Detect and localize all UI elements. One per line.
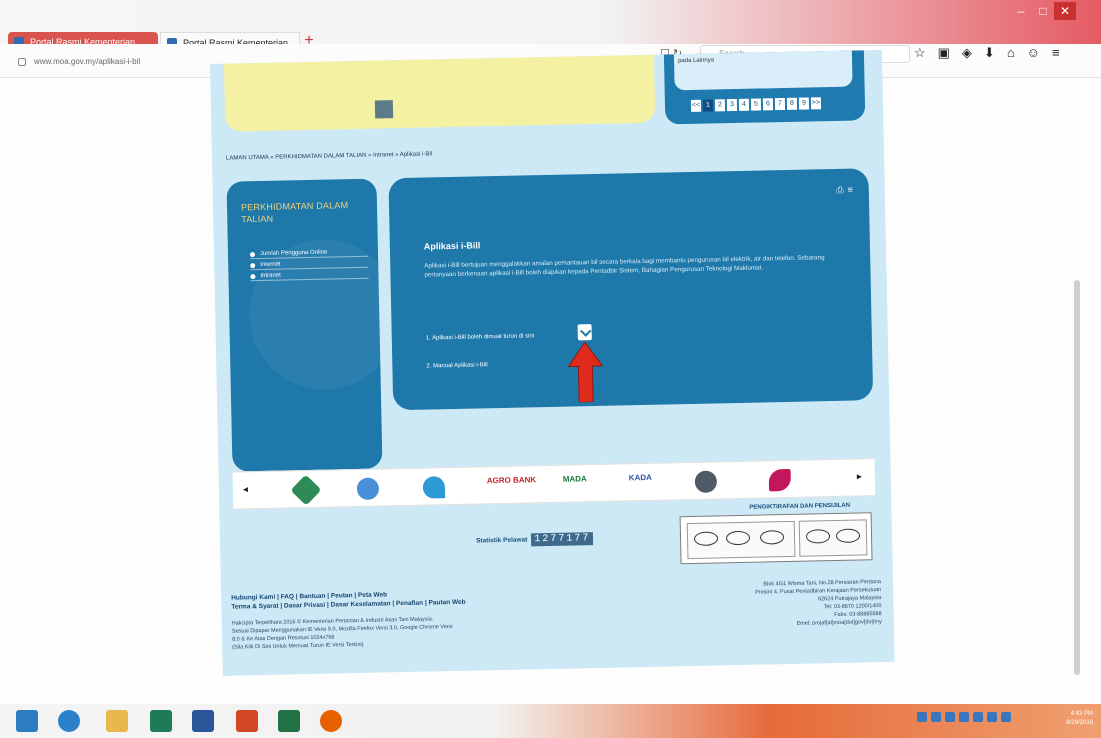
tray-icon[interactable] [973, 712, 983, 722]
manual-link[interactable]: 2. Manual Aplikasi i-Bill [426, 362, 487, 369]
breadcrumb[interactable]: LAMAN UTAMA » PERKHIDMATAN DALAM TALIAN … [226, 151, 432, 161]
page-button[interactable]: 8 [786, 97, 798, 110]
tray-icon[interactable] [931, 712, 941, 722]
partner-logo-icon[interactable] [290, 474, 322, 506]
partner-logo-icon[interactable] [422, 476, 446, 499]
banner-block [250, 78, 401, 82]
cert-seal-icon [759, 530, 785, 545]
word-icon[interactable] [192, 710, 214, 732]
page-button[interactable]: 4 [738, 98, 750, 111]
scroll-right-icon[interactable]: ▸ [857, 471, 862, 482]
page-button[interactable]: 6 [762, 98, 774, 111]
cert-seal-icon [805, 529, 831, 544]
top-banner [223, 54, 656, 132]
minimize-icon[interactable]: – [1010, 2, 1032, 20]
announcement-panel: pada Lainnya << 1 2 3 4 5 6 7 8 9 >> [663, 50, 866, 125]
banner-block [264, 93, 335, 95]
page-first-button[interactable]: << [690, 99, 702, 112]
download-step[interactable]: 1. Aplikasi i-Bill boleh dimuat turun di… [426, 333, 534, 341]
iso-cert-badge [686, 520, 796, 560]
certifications-label: PENGIKTIRAFAN DAN PENSIJILAN [749, 502, 851, 511]
taskbar-clock[interactable]: 4:43 PM 8/29/2016 [1066, 710, 1093, 728]
partner-mada[interactable]: MADA [563, 474, 587, 484]
powerpoint-icon[interactable] [236, 710, 258, 732]
footer-links[interactable]: Hubungi Kami | FAQ | Bantuan | Peutan | … [231, 589, 466, 612]
page-button[interactable]: 9 [798, 97, 810, 110]
visitor-count: 1277177 [531, 532, 594, 547]
network-icon[interactable] [1001, 712, 1011, 722]
certifications-box [679, 512, 873, 565]
content-body: Aplikasi i-Bill bertujuan menggalakkan a… [424, 254, 825, 279]
visitor-stats: Statistik Pelawat 1277177 [476, 532, 594, 547]
visitor-label: Statistik Pelawat [475, 536, 528, 545]
tray-icon[interactable] [959, 712, 969, 722]
internet-explorer-icon[interactable] [58, 710, 80, 732]
iqnet-cert-badge [798, 519, 868, 557]
partner-agrobank[interactable]: AGRO BANK [487, 475, 537, 485]
clock-date: 8/29/2016 [1066, 720, 1093, 726]
banner-block [450, 80, 641, 85]
site-info-icon[interactable] [18, 58, 26, 66]
partner-logo-icon[interactable] [694, 470, 718, 493]
close-icon[interactable]: ✕ [1054, 2, 1076, 20]
page-button[interactable]: 7 [774, 97, 786, 111]
print-icon[interactable]: ⎙≡ [836, 184, 857, 195]
toolbar-icons[interactable]: ☆▣◈⬇⌂☺≡ [914, 45, 1072, 61]
cert-seal-icon [835, 528, 861, 543]
tray-icon[interactable] [917, 712, 927, 722]
sidebar: PERKHIDMATAN DALAM TALIAN Jumlah Penggun… [226, 178, 383, 472]
start-button-icon[interactable] [16, 710, 38, 732]
page-last-button[interactable]: >> [810, 97, 822, 110]
footer-copyright: Hakcipta Terpelihara 2016 © Kementerian … [232, 613, 533, 651]
url-text: www.moa.gov.my/aplikasi-i-bil [34, 57, 141, 66]
page-button[interactable]: 5 [750, 98, 762, 111]
announcement-box: pada Lainnya [673, 50, 853, 91]
partner-logo-icon[interactable] [356, 477, 380, 501]
footer-address: Blok 4G1 Wisma Tani, No.28 Persiaran Per… [681, 578, 882, 630]
page-button[interactable]: 2 [714, 99, 726, 112]
cert-seal-icon [725, 530, 751, 546]
web-page: pada Lainnya << 1 2 3 4 5 6 7 8 9 >> LAM… [210, 49, 895, 676]
clock-time: 4:43 PM [1070, 711, 1093, 717]
banner-block [450, 62, 561, 65]
download-icon[interactable] [577, 324, 592, 341]
red-arrow-annotation-icon [567, 341, 604, 403]
volume-icon[interactable] [987, 712, 997, 722]
taskbar: 4:43 PM 8/29/2016 [0, 704, 1101, 738]
system-tray[interactable] [917, 712, 1011, 722]
firefox-icon[interactable] [320, 710, 342, 732]
announcement-text: pada Lainnya [677, 57, 715, 65]
scrollbar-thumb[interactable] [1074, 280, 1080, 675]
partner-kada[interactable]: KADA [629, 473, 652, 482]
file-explorer-icon[interactable] [106, 710, 128, 732]
tray-icon[interactable] [945, 712, 955, 722]
banner-block [374, 100, 394, 119]
content-title: Aplikasi i-Bill [423, 240, 481, 252]
scrollbar[interactable] [1071, 80, 1083, 680]
cert-seal-icon [693, 531, 719, 546]
pagination: << 1 2 3 4 5 6 7 8 9 >> [690, 97, 822, 112]
excel-icon[interactable] [278, 710, 300, 732]
page-button[interactable]: 1 [702, 99, 714, 112]
partner-logo-icon[interactable] [768, 468, 792, 492]
sidebar-title: PERKHIDMATAN DALAM TALIAN [240, 200, 349, 225]
content-panel: ⎙≡ Aplikasi i-Bill Aplikasi i-Bill bertu… [388, 168, 874, 411]
page-button[interactable]: 3 [726, 98, 738, 112]
maximize-icon[interactable]: □ [1032, 2, 1054, 20]
publisher-icon[interactable] [150, 710, 172, 732]
screen: Portal Rasmi Kementerian ... Portal Rasm… [0, 0, 1101, 738]
scroll-left-icon[interactable]: ◂ [243, 484, 248, 495]
browser-titlebar: Portal Rasmi Kementerian ... Portal Rasm… [0, 0, 1101, 52]
